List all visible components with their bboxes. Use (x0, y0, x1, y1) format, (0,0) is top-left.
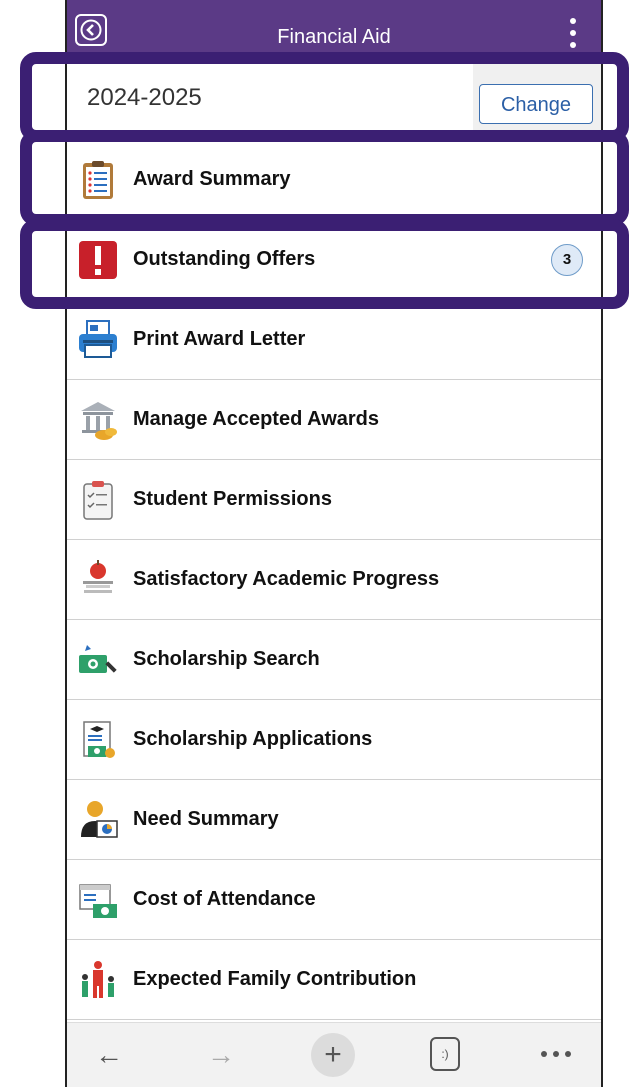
money-search-icon (79, 645, 117, 673)
menu-item-label: Award Summary (133, 168, 291, 190)
exclamation-icon (79, 241, 117, 279)
menu-item-expected-family-contribution[interactable]: Expected Family Contribution (67, 940, 601, 1020)
cost-document-icon (79, 884, 117, 918)
checklist-clipboard-icon (83, 481, 113, 520)
bank-coins-icon (81, 402, 117, 440)
person-chart-icon (81, 801, 118, 838)
menu-item-label: Expected Family Contribution (133, 968, 417, 990)
menu-list: Award Summary Outstanding Offers 3 Print… (67, 140, 601, 1020)
menu-item-label: Cost of Attendance (133, 888, 316, 910)
menu-item-label: Scholarship Applications (133, 728, 373, 750)
menu-item-outstanding-offers[interactable]: Outstanding Offers 3 (67, 220, 601, 300)
menu-item-label: Manage Accepted Awards (133, 408, 380, 430)
browser-toolbar: ← → + :) (67, 1022, 601, 1087)
menu-item-need-summary[interactable]: Need Summary (67, 780, 601, 860)
family-icon (82, 961, 114, 998)
count-badge: 3 (551, 244, 583, 276)
more-dots-icon[interactable] (541, 1051, 571, 1057)
new-tab-button[interactable]: + (311, 1033, 355, 1077)
header-bar: Financial Aid (67, 0, 601, 62)
kebab-menu-icon[interactable] (569, 18, 577, 48)
apple-books-icon (83, 560, 113, 593)
menu-item-student-permissions[interactable]: Student Permissions (67, 460, 601, 540)
browser-back-button[interactable]: ← (85, 1035, 133, 1075)
menu-item-print-award-letter[interactable]: Print Award Letter (67, 300, 601, 380)
clipboard-list-icon (83, 161, 113, 199)
menu-item-award-summary[interactable]: Award Summary (67, 140, 601, 220)
change-year-button[interactable]: Change (479, 84, 593, 124)
menu-item-manage-accepted-awards[interactable]: Manage Accepted Awards (67, 380, 601, 460)
menu-item-scholarship-search[interactable]: Scholarship Search (67, 620, 601, 700)
aid-year-value: 2024-2025 (87, 84, 202, 112)
page-title: Financial Aid (277, 26, 391, 48)
menu-item-scholarship-applications[interactable]: Scholarship Applications (67, 700, 601, 780)
menu-item-cost-of-attendance[interactable]: Cost of Attendance (67, 860, 601, 940)
menu-item-label: Satisfactory Academic Progress (133, 568, 440, 590)
menu-item-label: Scholarship Search (133, 648, 320, 670)
aid-year-row: 2024-2025 Change (67, 62, 601, 134)
menu-item-label: Outstanding Offers (133, 248, 316, 270)
browser-forward-button[interactable]: → (197, 1035, 245, 1075)
application-document-icon (83, 721, 115, 758)
menu-item-satisfactory-academic-progress[interactable]: Satisfactory Academic Progress (67, 540, 601, 620)
menu-item-label: Need Summary (133, 808, 279, 830)
menu-item-label: Student Permissions (133, 488, 332, 510)
printer-icon (79, 320, 117, 358)
menu-item-label: Print Award Letter (133, 328, 306, 350)
tabs-button[interactable]: :) (430, 1037, 460, 1071)
app-frame: Financial Aid 2024-2025 Change Award Sum… (65, 0, 603, 1087)
